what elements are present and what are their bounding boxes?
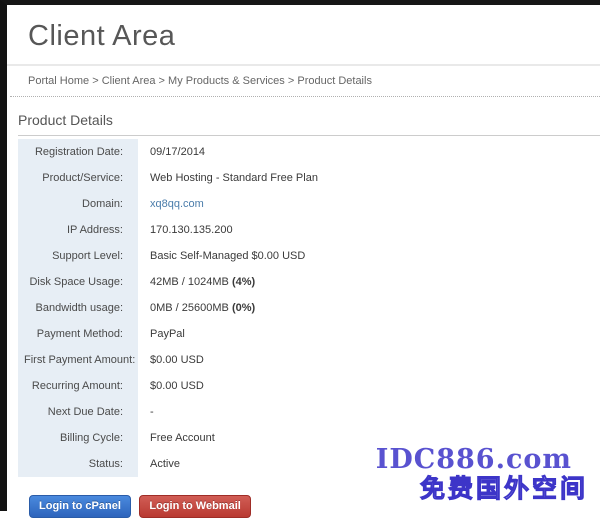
breadcrumb-item: Product Details <box>297 75 372 87</box>
field-label: Recurring Amount: <box>18 373 138 399</box>
login-to-cpanel-button[interactable]: Login to cPanel <box>29 495 131 518</box>
field-label: IP Address: <box>18 217 138 243</box>
table-row: Registration Date:09/17/2014 <box>18 139 318 165</box>
table-row: Billing Cycle:Free Account <box>18 425 318 451</box>
action-buttons: Login to cPanel Login to Webmail <box>29 495 600 518</box>
product-details-section: Product Details Registration Date:09/17/… <box>7 112 600 518</box>
field-value: $0.00 USD <box>138 347 318 373</box>
field-value: Web Hosting - Standard Free Plan <box>138 165 318 191</box>
table-row: IP Address:170.130.135.200 <box>18 217 318 243</box>
usage-percent: (0%) <box>232 302 255 314</box>
breadcrumb-separator: > <box>156 75 169 87</box>
field-label: Billing Cycle: <box>18 425 138 451</box>
field-label: Bandwidth usage: <box>18 295 138 321</box>
field-value: Active <box>138 451 318 477</box>
field-label: Disk Space Usage: <box>18 269 138 295</box>
field-value: 170.130.135.200 <box>138 217 318 243</box>
field-label: Support Level: <box>18 243 138 269</box>
table-row: Bandwidth usage:0MB / 25600MB (0%) <box>18 295 318 321</box>
field-value: $0.00 USD <box>138 373 318 399</box>
usage-percent: (4%) <box>232 276 255 288</box>
product-details-table: Registration Date:09/17/2014Product/Serv… <box>18 139 318 477</box>
login-to-webmail-button[interactable]: Login to Webmail <box>139 495 250 518</box>
field-value: 42MB / 1024MB (4%) <box>138 269 318 295</box>
table-row: Support Level:Basic Self-Managed $0.00 U… <box>18 243 318 269</box>
table-row: Disk Space Usage:42MB / 1024MB (4%) <box>18 269 318 295</box>
field-label: Status: <box>18 451 138 477</box>
table-row: Payment Method:PayPal <box>18 321 318 347</box>
field-value: Basic Self-Managed $0.00 USD <box>138 243 318 269</box>
breadcrumb-separator: > <box>89 75 102 87</box>
field-label: Payment Method: <box>18 321 138 347</box>
breadcrumb-separator: > <box>285 75 298 87</box>
client-area-page: { "page": { "title": "Client Area", "sec… <box>0 0 600 511</box>
field-value: 09/17/2014 <box>138 139 318 165</box>
field-value: PayPal <box>138 321 318 347</box>
field-label: Registration Date: <box>18 139 138 165</box>
field-label: First Payment Amount: <box>18 347 138 373</box>
page-title: Client Area <box>28 19 600 53</box>
field-label: Product/Service: <box>18 165 138 191</box>
table-row: Product/Service:Web Hosting - Standard F… <box>18 165 318 191</box>
breadcrumb: Portal Home > Client Area > My Products … <box>10 66 600 97</box>
field-value: Free Account <box>138 425 318 451</box>
table-row: Recurring Amount:$0.00 USD <box>18 373 318 399</box>
field-value: - <box>138 399 318 425</box>
table-row: Domain: xq8qq.com <box>18 191 318 217</box>
table-row: First Payment Amount:$0.00 USD <box>18 347 318 373</box>
breadcrumb-item[interactable]: My Products & Services <box>168 75 285 87</box>
field-value: xq8qq.com <box>138 191 318 217</box>
breadcrumb-item[interactable]: Client Area <box>102 75 156 87</box>
breadcrumb-item[interactable]: Portal Home <box>28 75 89 87</box>
field-label: Next Due Date: <box>18 399 138 425</box>
section-title: Product Details <box>18 112 600 136</box>
table-row: Next Due Date:- <box>18 399 318 425</box>
field-value: 0MB / 25600MB (0%) <box>138 295 318 321</box>
table-row: Status:Active <box>18 451 318 477</box>
field-label: Domain: <box>18 191 138 217</box>
domain-link[interactable]: xq8qq.com <box>150 198 204 210</box>
